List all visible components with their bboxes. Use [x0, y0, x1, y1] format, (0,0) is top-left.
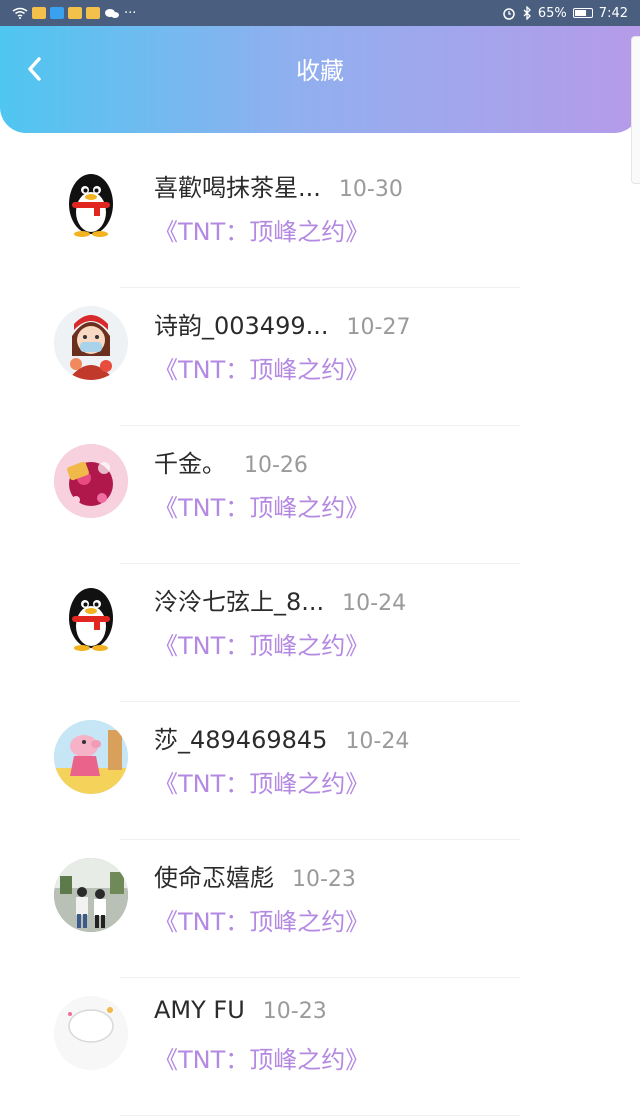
favorite-date: 10-24 [342, 591, 407, 616]
penguin-icon [69, 174, 113, 237]
favorite-date: 10-30 [338, 177, 403, 202]
gift-avatar[interactable] [54, 444, 128, 518]
anime-girl-avatar[interactable] [54, 306, 128, 380]
penguin-icon [69, 588, 113, 651]
gift-avatar-icon [54, 444, 128, 518]
favorite-date: 10-27 [346, 315, 411, 340]
list-item[interactable]: 泠泠七弦上_8... 10-24 《TNT：顶峰之约》 [0, 564, 640, 702]
app-icon [50, 7, 64, 19]
weibo-icon [86, 7, 100, 19]
cartoon-avatar[interactable] [54, 996, 128, 1070]
user-name: 泠泠七弦上_8... [154, 588, 325, 616]
work-title-link[interactable]: 《TNT：顶峰之约》 [154, 902, 369, 937]
user-name: 千金。 [154, 450, 226, 478]
list-item[interactable]: 使命忑嬉彪 10-23 《TNT：顶峰之约》 [0, 840, 640, 978]
status-icons-left: ··· [12, 6, 136, 21]
user-name: 莎_489469845 [154, 726, 328, 754]
page-title: 收藏 [296, 57, 344, 85]
qq-penguin-avatar[interactable] [54, 168, 128, 242]
battery-icon [572, 8, 593, 18]
more-notifications: ··· [124, 5, 137, 21]
status-icons-right: 65% 7:42 [502, 6, 628, 21]
work-title-link[interactable]: 《TNT：顶峰之约》 [154, 212, 369, 247]
list-item[interactable]: AMY FU 10-23 《TNT：顶峰之约》 [0, 978, 640, 1116]
qq-penguin-avatar[interactable] [54, 582, 128, 656]
work-title-link[interactable]: 《TNT：顶峰之约》 [154, 1040, 369, 1075]
wifi-icon [12, 7, 28, 19]
list-item[interactable]: 千金。 10-26 《TNT：顶峰之约》 [0, 426, 640, 564]
alarm-icon [503, 8, 515, 20]
list-item[interactable]: 喜歡喝抹茶星... 10-30 《TNT：顶峰之约》 [0, 150, 640, 288]
favorite-date: 10-23 [262, 999, 327, 1024]
user-name: 喜歡喝抹茶星... [154, 174, 321, 202]
list-item[interactable]: 诗韵_003499... 10-27 《TNT：顶峰之约》 [0, 288, 640, 426]
favorites-list: 喜歡喝抹茶星... 10-30 《TNT：顶峰之约》 诗韵_003499... … [0, 150, 640, 1116]
list-item[interactable]: 莎_489469845 10-24 《TNT：顶峰之约》 [0, 702, 640, 840]
peppa-avatar[interactable] [54, 720, 128, 794]
favorite-date: 10-23 [292, 867, 356, 892]
weibo-icon [32, 7, 46, 19]
battery-percent: 65% [537, 5, 567, 21]
work-title-link[interactable]: 《TNT：顶峰之约》 [154, 764, 369, 799]
photo-avatar[interactable] [54, 858, 128, 932]
work-title-link[interactable]: 《TNT：顶峰之约》 [154, 626, 369, 661]
user-name: AMY FU [154, 996, 245, 1024]
status-bar: ··· 65% 7:42 [0, 0, 640, 26]
clock: 7:42 [598, 5, 628, 21]
favorite-date: 10-24 [345, 729, 410, 754]
weibo-icon [68, 7, 82, 19]
user-name: 使命忑嬉彪 [154, 864, 274, 892]
user-name: 诗韵_003499... [154, 312, 329, 340]
favorite-date: 10-26 [244, 453, 308, 478]
girl-avatar-icon [54, 306, 128, 380]
work-title-link[interactable]: 《TNT：顶峰之约》 [154, 350, 369, 385]
bluetooth-icon [523, 6, 531, 20]
cartoon-avatar-icon [54, 996, 128, 1070]
wechat-icon [105, 9, 119, 18]
photo-avatar-icon [54, 858, 128, 932]
peppa-avatar-icon [54, 720, 128, 794]
work-title-link[interactable]: 《TNT：顶峰之约》 [154, 488, 369, 523]
